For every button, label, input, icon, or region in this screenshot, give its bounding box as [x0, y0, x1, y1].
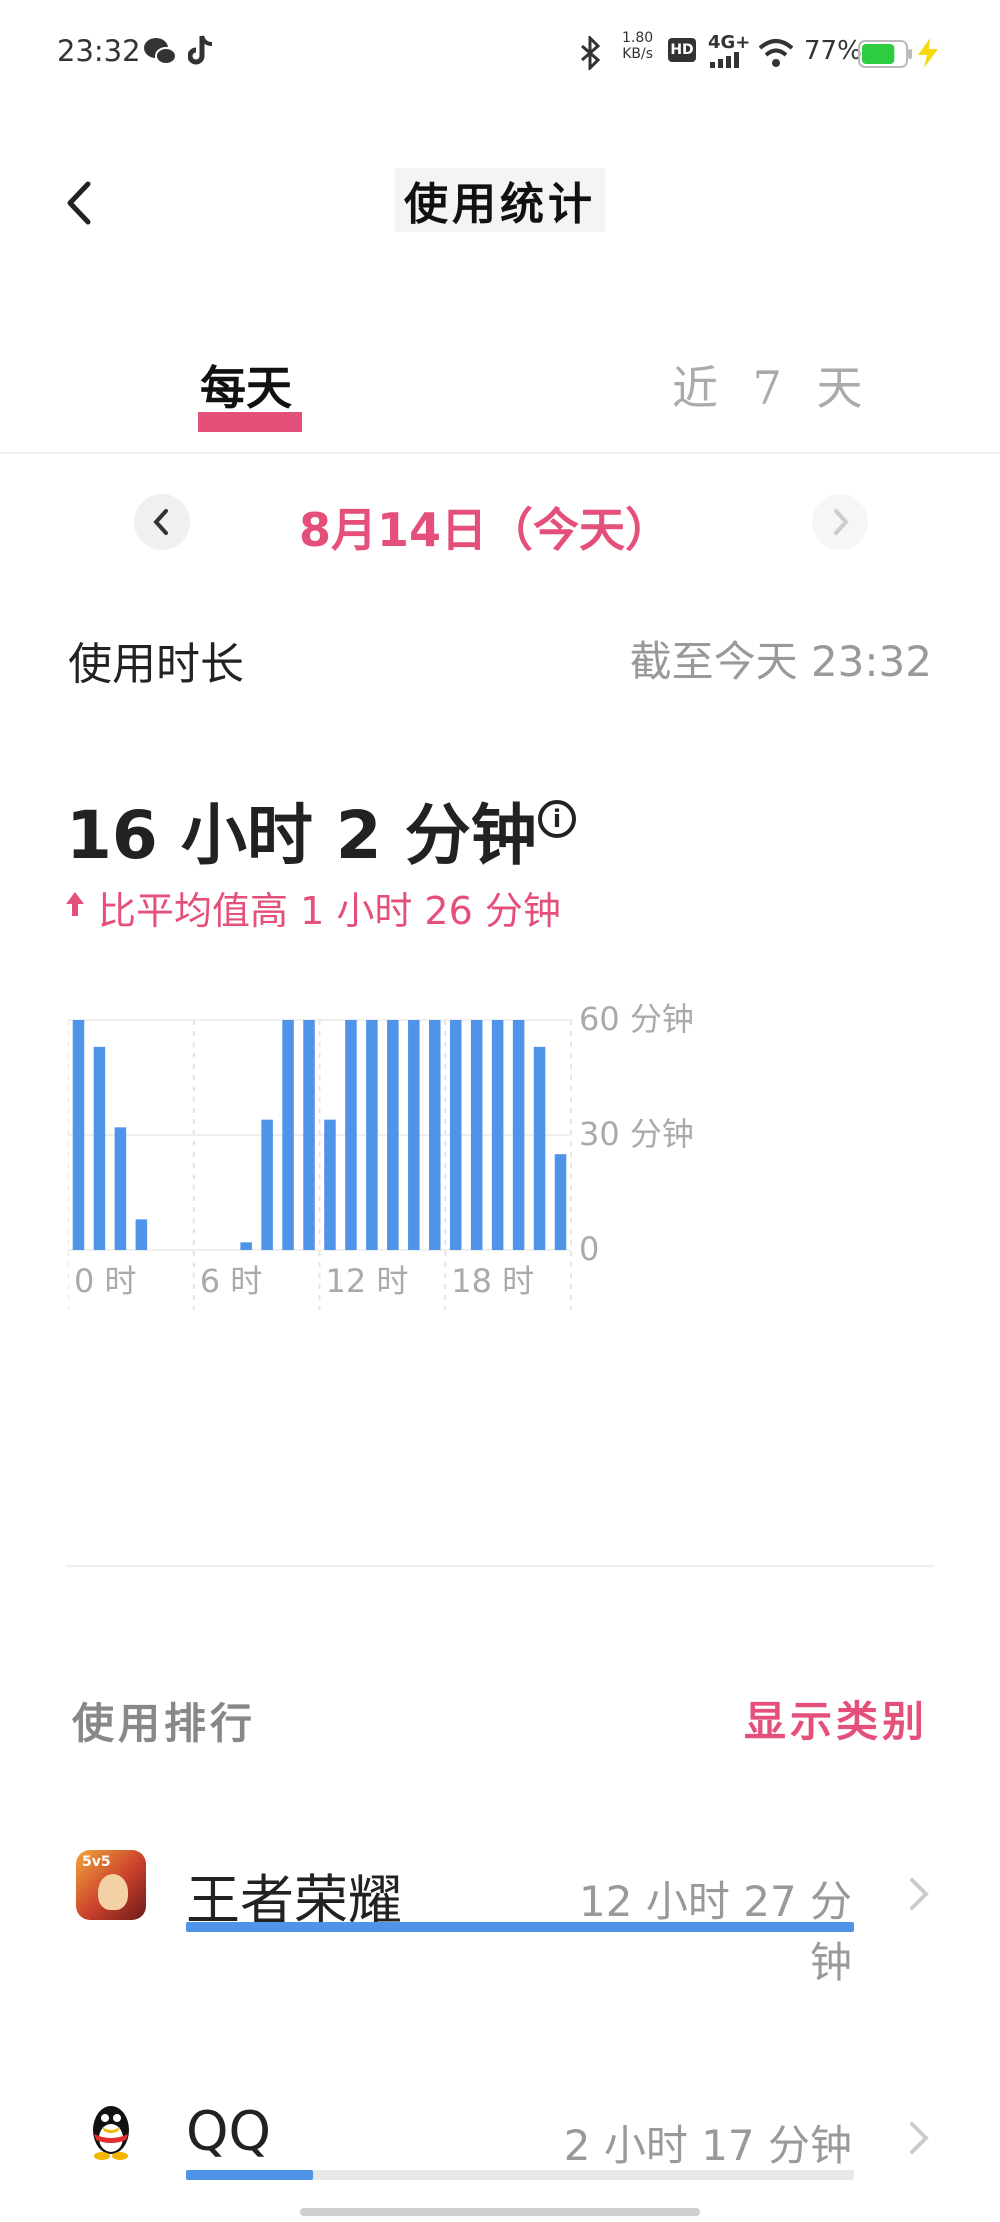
prev-day-button[interactable]: [134, 494, 190, 550]
tiktok-icon: [188, 35, 213, 65]
usage-bar-track: [186, 2170, 854, 2180]
usage-bar-track: [186, 1922, 854, 1932]
x-tick-label: 0 时: [74, 1262, 137, 1300]
x-tick-label: 6 时: [200, 1262, 263, 1300]
battery-icon: [858, 40, 912, 68]
chart-bar: [366, 1020, 378, 1250]
current-date: 8月14日（今天）: [298, 503, 672, 557]
network-type: 4G+: [708, 32, 751, 53]
page-title: 使用统计: [395, 168, 605, 232]
comparison-text: 比平均值高 1 小时 26 分钟: [98, 889, 561, 933]
chart-bar: [93, 1046, 106, 1250]
chart-bar: [261, 1119, 273, 1250]
chart-bar: [135, 1219, 148, 1250]
chart-bar: [345, 1020, 357, 1250]
hd-badge: HD: [668, 38, 696, 62]
y-tick-label: 30 分钟: [579, 1115, 694, 1153]
app-usage-time: 2 小时 17 分钟: [563, 2121, 852, 2170]
chart-bar: [491, 1020, 504, 1250]
chart-bar: [282, 1020, 294, 1250]
section-divider: [66, 1565, 934, 1567]
arrow-up-icon: [66, 892, 84, 916]
back-button[interactable]: [60, 178, 100, 228]
chart-bar: [449, 1020, 462, 1250]
app-row-honor-of-kings[interactable]: 5v5 王者荣耀 12 小时 27 分钟: [0, 1830, 1000, 1987]
show-category-button[interactable]: 显示类别: [744, 1688, 928, 1749]
tabs-divider: [0, 452, 1000, 454]
app-name: QQ: [186, 2100, 272, 2163]
hourly-usage-chart: 0 30 分钟 60 分钟 0 时 6 时 12 时 18 时: [68, 1000, 694, 1310]
chart-bar: [387, 1020, 399, 1250]
y-tick-label: 0: [579, 1230, 599, 1268]
chevron-left-icon: [153, 509, 168, 535]
chart-bar: [470, 1020, 483, 1250]
network-speed: 1.80 KB/s: [622, 30, 654, 62]
signal-icon: [710, 52, 739, 68]
total-usage: 16 小时 2 分钟: [66, 797, 537, 874]
chevron-right-icon: [910, 1878, 929, 1910]
usage-bar-fill: [186, 2170, 313, 2180]
bluetooth-icon: [581, 36, 601, 70]
info-icon[interactable]: i: [538, 800, 576, 838]
battery-percent: 77%: [804, 36, 862, 66]
honor-of-kings-icon: 5v5: [76, 1850, 146, 1920]
usage-duration-label: 使用时长: [68, 639, 244, 690]
status-time: 23:32: [57, 34, 141, 68]
usage-bar-fill: [186, 1922, 854, 1932]
ranking-title: 使用排行: [72, 1699, 257, 1748]
wifi-icon: [758, 39, 794, 67]
chart-bar: [324, 1119, 336, 1250]
chart-bar: [240, 1242, 252, 1250]
charging-icon: [918, 38, 938, 68]
x-tick-label: 12 时: [326, 1262, 409, 1300]
tab-last-7-days[interactable]: 近 7 天: [672, 352, 873, 418]
chart-bar: [533, 1046, 546, 1250]
x-tick-label: 18 时: [451, 1262, 534, 1300]
y-tick-label: 60 分钟: [579, 1000, 694, 1038]
home-indicator[interactable]: [300, 2208, 700, 2216]
chart-bar: [429, 1020, 441, 1250]
tab-daily[interactable]: 每天: [200, 352, 292, 418]
wechat-icon: [144, 38, 177, 65]
chart-bar: [303, 1020, 315, 1250]
chart-bar: [554, 1154, 567, 1250]
as-of-time: 截至今天 23:32: [629, 637, 932, 686]
chart-bar: [72, 1020, 85, 1250]
qq-penguin-icon: [76, 2094, 146, 2164]
chart-bar: [408, 1020, 420, 1250]
next-day-button[interactable]: [812, 494, 868, 550]
chart-bar: [114, 1127, 127, 1250]
chevron-right-icon: [910, 2122, 929, 2154]
chevron-right-icon: [834, 509, 849, 535]
tab-active-indicator: [198, 412, 302, 432]
app-row-qq[interactable]: QQ 2 小时 17 分钟: [0, 2070, 1000, 2190]
chart-bar: [512, 1020, 525, 1250]
